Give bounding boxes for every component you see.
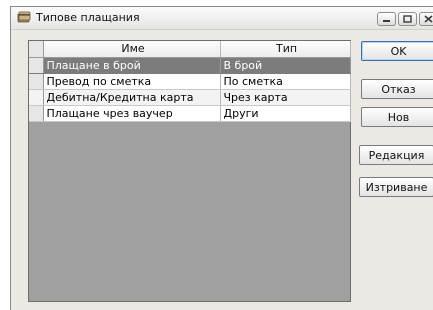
row-indicator[interactable] bbox=[29, 89, 44, 106]
maximize-button[interactable] bbox=[398, 12, 417, 26]
row-type-cell: В брой bbox=[220, 57, 351, 74]
row-indicator[interactable] bbox=[29, 105, 44, 122]
row-type-cell: Чрез карта bbox=[220, 89, 351, 106]
new-button[interactable]: Нов bbox=[361, 107, 433, 127]
payment-types-grid[interactable]: Име Тип Плащане в брой В брой Превод по … bbox=[28, 40, 351, 302]
edit-button[interactable]: Редакция bbox=[359, 145, 433, 165]
header-indicator-cell bbox=[29, 41, 44, 58]
row-indicator[interactable] bbox=[29, 57, 44, 74]
row-indicator[interactable] bbox=[29, 73, 44, 90]
table-row[interactable]: Плащане в брой В брой bbox=[29, 57, 351, 74]
close-button[interactable] bbox=[419, 12, 433, 26]
row-name-cell: Превод по сметка bbox=[43, 73, 221, 90]
title-bar[interactable]: Типове плащания bbox=[11, 7, 433, 30]
row-type-cell: Други bbox=[220, 105, 351, 122]
new-button-label: Нов bbox=[387, 110, 410, 124]
edit-button-label: Редакция bbox=[368, 148, 425, 162]
ok-button[interactable]: OK bbox=[361, 41, 433, 61]
maximize-icon bbox=[403, 15, 412, 23]
payment-types-table: Име Тип Плащане в брой В брой Превод по … bbox=[29, 41, 351, 122]
ok-button-label: OK bbox=[390, 44, 407, 58]
row-name-cell: Дебитна/Кредитна карта bbox=[43, 89, 221, 106]
row-name-cell: Плащане чрез ваучер bbox=[43, 105, 221, 122]
row-name-cell: Плащане в брой bbox=[43, 57, 221, 74]
column-header-type[interactable]: Тип bbox=[220, 41, 351, 58]
cancel-button-label: Отказ bbox=[381, 82, 416, 96]
table-header-row: Име Тип bbox=[29, 41, 351, 58]
delete-button[interactable]: Изтриване bbox=[359, 177, 433, 197]
minimize-icon bbox=[383, 20, 390, 22]
table-row[interactable]: Дебитна/Кредитна карта Чрез карта bbox=[29, 89, 351, 106]
row-type-cell: По сметка bbox=[220, 73, 351, 90]
cancel-button[interactable]: Отказ bbox=[361, 79, 433, 99]
minimize-button[interactable] bbox=[377, 12, 396, 26]
window-title: Типове плащания bbox=[36, 11, 140, 24]
column-header-name[interactable]: Име bbox=[43, 41, 221, 58]
close-icon bbox=[424, 15, 433, 23]
payment-types-window: Типове плащания Име Тип Плащане в брой В… bbox=[10, 6, 433, 310]
delete-button-label: Изтриване bbox=[365, 180, 428, 194]
table-row[interactable]: Плащане чрез ваучер Други bbox=[29, 105, 351, 122]
payment-card-icon bbox=[17, 11, 31, 24]
table-row[interactable]: Превод по сметка По сметка bbox=[29, 73, 351, 90]
